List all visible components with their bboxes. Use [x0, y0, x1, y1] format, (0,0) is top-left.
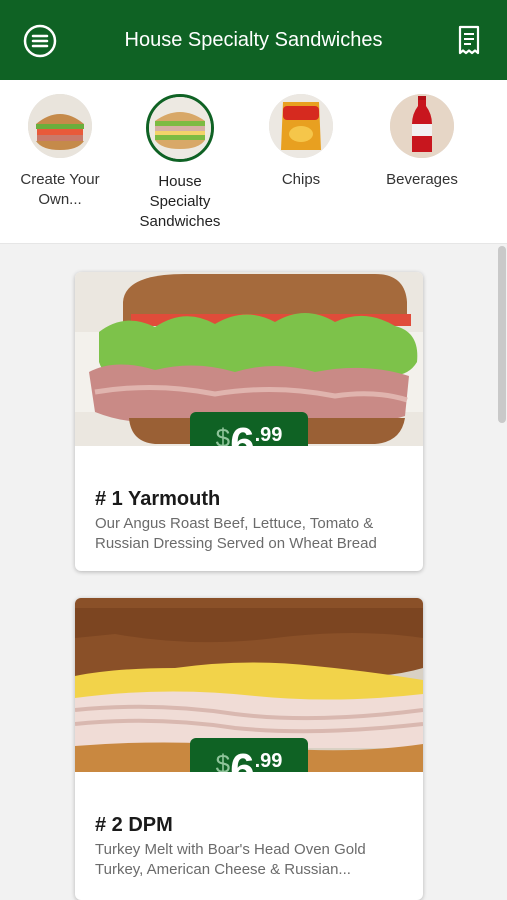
club-sandwich-thumbnail	[146, 94, 214, 162]
receipt-icon[interactable]	[451, 22, 487, 58]
cola-bottle-thumbnail	[390, 94, 454, 158]
roast-beef-sandwich-image: $ 6 .99	[75, 272, 423, 446]
price-whole: 6	[230, 745, 255, 773]
category-bar: Create Your Own... House Specialty Sandw…	[0, 80, 507, 244]
app-header: House Specialty Sandwiches	[0, 0, 507, 80]
price-badge: $ 6 .99	[190, 412, 308, 446]
fritos-bag-thumbnail	[269, 94, 333, 158]
sandwich-thumbnail	[28, 94, 92, 158]
hamburger-menu-icon[interactable]	[22, 23, 58, 59]
item-description: Turkey Melt with Boar's Head Oven Gold T…	[95, 841, 366, 878]
item-name: # 1 Yarmouth	[95, 488, 221, 510]
scrollbar-thumb[interactable]	[498, 246, 506, 423]
category-label: Create Your Own...	[20, 171, 100, 208]
category-label: House Specialty Sandwiches	[139, 173, 221, 230]
category-house-specialty[interactable]: House Specialty Sandwiches	[120, 94, 240, 232]
category-chips[interactable]: Chips	[241, 94, 361, 190]
menu-item-card[interactable]: $ 6 .99 # 1 Yarmouth Our Angus Roast Bee…	[75, 272, 423, 571]
category-label: Chips	[281, 171, 321, 188]
price-cents: .99	[254, 424, 283, 446]
price-currency: $	[215, 749, 231, 772]
turkey-melt-image: $ 6 .99	[75, 598, 423, 772]
page-title: House Specialty Sandwiches	[124, 28, 383, 51]
item-description: Our Angus Roast Beef, Lettuce, Tomato & …	[95, 515, 377, 552]
price-whole: 6	[230, 419, 255, 447]
menu-item-card[interactable]: $ 6 .99 # 2 DPM Turkey Melt with Boar's …	[75, 598, 423, 900]
item-name: # 2 DPM	[95, 814, 173, 836]
price-cents: .99	[254, 750, 283, 772]
category-beverages[interactable]: Beverages	[362, 94, 482, 190]
menu-item-list[interactable]: $ 6 .99 # 1 Yarmouth Our Angus Roast Bee…	[0, 245, 507, 900]
category-create-your-own[interactable]: Create Your Own...	[0, 94, 120, 210]
price-badge: $ 6 .99	[190, 738, 308, 772]
category-label: Beverages	[386, 171, 458, 188]
price-currency: $	[215, 423, 231, 446]
